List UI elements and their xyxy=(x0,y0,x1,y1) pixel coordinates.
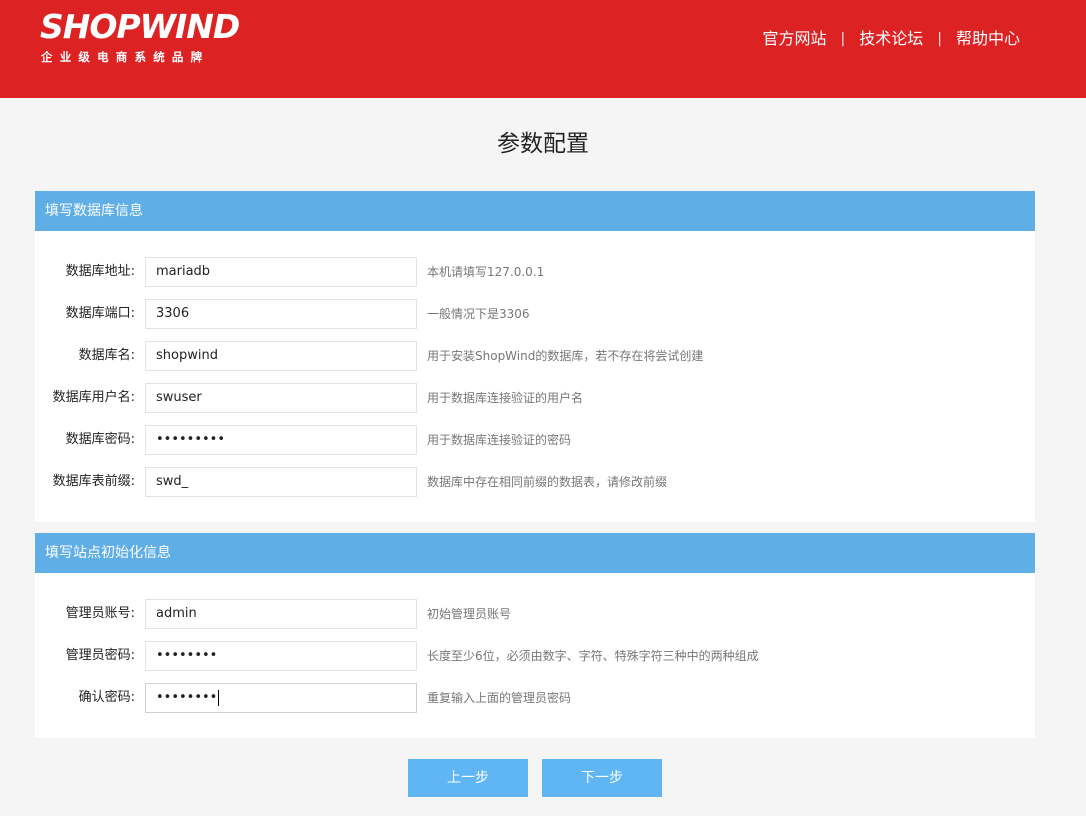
nav-tech-forum[interactable]: 技术论坛 xyxy=(859,28,923,50)
confirm-password-input[interactable]: •••••••• xyxy=(145,683,417,713)
db-port-input[interactable]: 3306 xyxy=(145,299,417,329)
admin-account-input[interactable]: admin xyxy=(145,599,417,629)
nav-help-center[interactable]: 帮助中心 xyxy=(956,28,1020,50)
confirm-password-tip: 重复输入上面的管理员密码 xyxy=(427,691,572,705)
admin-account-row: 管理员账号: admin 初始管理员账号 xyxy=(35,599,1035,629)
db-host-row: 数据库地址: mariadb 本机请填写127.0.0.1 xyxy=(35,257,1035,287)
admin-account-tip: 初始管理员账号 xyxy=(427,607,512,621)
db-password-row: 数据库密码: ••••••••• 用于数据库连接验证的密码 xyxy=(35,425,1035,455)
db-name-row: 数据库名: shopwind 用于安装ShopWind的数据库，若不存在将尝试创… xyxy=(35,341,1035,371)
top-nav: 官方网站 | 技术论坛 | 帮助中心 xyxy=(763,28,1020,50)
logo-slogan: 企业级电商系统品牌 xyxy=(41,50,210,64)
db-prefix-tip: 数据库中存在相同前缀的数据表，请修改前缀 xyxy=(427,475,668,489)
db-port-tip: 一般情况下是3306 xyxy=(427,307,530,321)
confirm-password-value: •••••••• xyxy=(156,690,218,705)
admin-password-row: 管理员密码: •••••••• 长度至少6位，必须由数字、字符、特殊字符三种中的… xyxy=(35,641,1035,671)
admin-password-input[interactable]: •••••••• xyxy=(145,641,417,671)
logo-wordmark: SHOPWIND xyxy=(40,7,240,46)
page-title: 参数配置 xyxy=(497,131,589,157)
prev-step-button[interactable]: 上一步 xyxy=(408,759,528,797)
site-init-section-title: 填写站点初始化信息 xyxy=(35,533,1035,573)
admin-password-label: 管理员密码: xyxy=(65,648,135,663)
db-prefix-label: 数据库表前缀: xyxy=(52,474,135,489)
db-prefix-input[interactable]: swd_ xyxy=(145,467,417,497)
next-step-button[interactable]: 下一步 xyxy=(542,759,662,797)
db-password-input[interactable]: ••••••••• xyxy=(145,425,417,455)
db-name-label: 数据库名: xyxy=(78,348,135,363)
db-user-row: 数据库用户名: swuser 用于数据库连接验证的用户名 xyxy=(35,383,1035,413)
admin-password-tip: 长度至少6位，必须由数字、字符、特殊字符三种中的两种组成 xyxy=(427,649,759,663)
db-host-label: 数据库地址: xyxy=(65,264,135,279)
nav-official-site[interactable]: 官方网站 xyxy=(763,28,827,50)
nav-separator: | xyxy=(937,31,942,47)
logo[interactable]: SHOPWIND 企业级电商系统品牌 xyxy=(40,10,250,70)
text-caret xyxy=(218,689,220,706)
db-password-label: 数据库密码: xyxy=(65,432,135,447)
db-host-input[interactable]: mariadb xyxy=(145,257,417,287)
db-port-label: 数据库端口: xyxy=(65,306,135,321)
db-user-tip: 用于数据库连接验证的用户名 xyxy=(427,391,584,405)
db-name-tip: 用于安装ShopWind的数据库，若不存在将尝试创建 xyxy=(427,349,704,363)
db-user-label: 数据库用户名: xyxy=(52,390,135,405)
db-host-tip: 本机请填写127.0.0.1 xyxy=(427,265,545,279)
db-info-panel: 填写数据库信息 数据库地址: mariadb 本机请填写127.0.0.1 数据… xyxy=(35,191,1035,522)
db-port-row: 数据库端口: 3306 一般情况下是3306 xyxy=(35,299,1035,329)
db-info-section-title: 填写数据库信息 xyxy=(35,191,1035,231)
db-user-input[interactable]: swuser xyxy=(145,383,417,413)
header: SHOPWIND 企业级电商系统品牌 官方网站 | 技术论坛 | 帮助中心 xyxy=(0,0,1086,98)
confirm-password-label: 确认密码: xyxy=(78,690,135,705)
db-prefix-row: 数据库表前缀: swd_ 数据库中存在相同前缀的数据表，请修改前缀 xyxy=(35,467,1035,497)
db-password-tip: 用于数据库连接验证的密码 xyxy=(427,433,572,447)
admin-account-label: 管理员账号: xyxy=(65,606,135,621)
db-name-input[interactable]: shopwind xyxy=(145,341,417,371)
site-init-panel: 填写站点初始化信息 管理员账号: admin 初始管理员账号 管理员密码: ••… xyxy=(35,533,1035,738)
nav-separator: | xyxy=(840,31,846,47)
confirm-password-row: 确认密码: •••••••• 重复输入上面的管理员密码 xyxy=(35,683,1035,713)
